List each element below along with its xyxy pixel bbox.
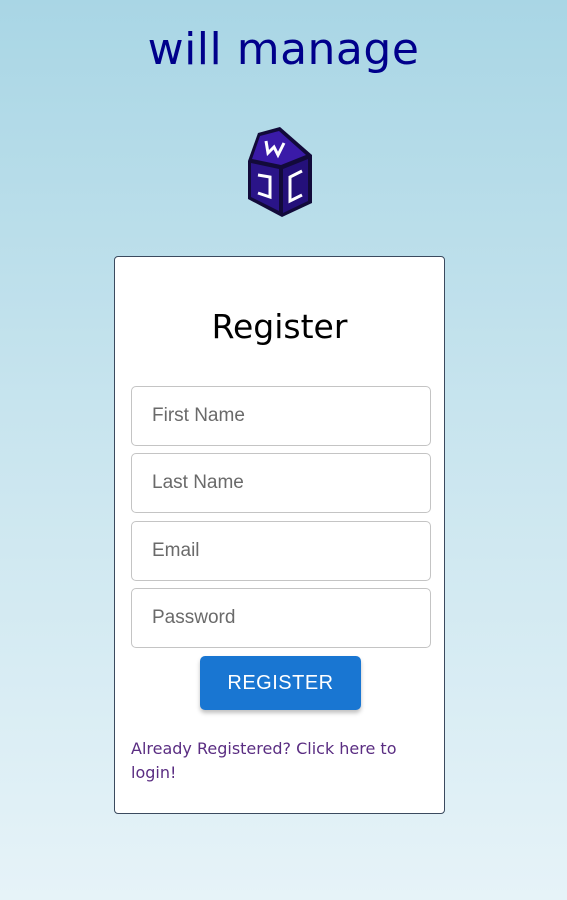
app-title: will manage: [147, 24, 420, 75]
register-heading: Register: [211, 307, 348, 346]
register-card: Register REGISTER Already Registered? Cl…: [114, 256, 445, 814]
logo-icon: [246, 127, 316, 219]
login-link[interactable]: Already Registered? Click here to login!: [131, 737, 431, 785]
password-input[interactable]: [131, 588, 431, 648]
email-input[interactable]: [131, 521, 431, 581]
first-name-input[interactable]: [131, 386, 431, 446]
register-button[interactable]: REGISTER: [200, 656, 361, 710]
last-name-input[interactable]: [131, 453, 431, 513]
